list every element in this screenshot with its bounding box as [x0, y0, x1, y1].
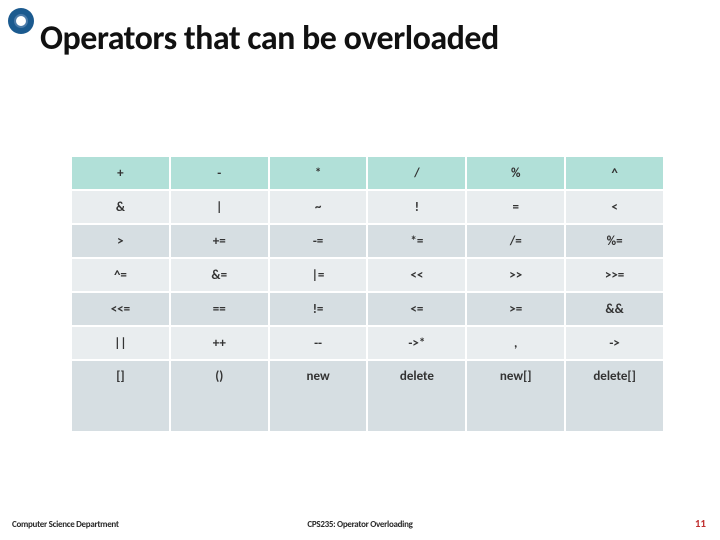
- university-logo: [8, 8, 34, 34]
- cell: --: [269, 326, 368, 360]
- footer-course: CPS235: Operator Overloading: [0, 519, 720, 530]
- table-row: & | ~ ! = <: [71, 190, 664, 224]
- cell: >: [71, 224, 170, 258]
- slide-number: 11: [695, 517, 706, 530]
- cell: <: [565, 190, 664, 224]
- cell: new[]: [466, 360, 565, 432]
- cell: -=: [269, 224, 368, 258]
- cell: <=: [367, 292, 466, 326]
- cell: ~: [269, 190, 368, 224]
- table-row: ^= &= |= << >> >>=: [71, 258, 664, 292]
- logo-inner-icon: [14, 14, 28, 28]
- table-row: > += -= *= /= %=: [71, 224, 664, 258]
- cell: &: [71, 190, 170, 224]
- table-row: [] () new delete new[] delete[]: [71, 360, 664, 432]
- cell: delete[]: [565, 360, 664, 432]
- cell: +: [71, 156, 170, 190]
- cell: |=: [269, 258, 368, 292]
- cell: +=: [170, 224, 269, 258]
- cell: ==: [170, 292, 269, 326]
- table-row: + - * / % ^: [71, 156, 664, 190]
- cell: <<=: [71, 292, 170, 326]
- cell: /: [367, 156, 466, 190]
- cell: ^: [565, 156, 664, 190]
- cell: *: [269, 156, 368, 190]
- cell: &&: [565, 292, 664, 326]
- cell: ||: [71, 326, 170, 360]
- cell: ,: [466, 326, 565, 360]
- cell: >>=: [565, 258, 664, 292]
- cell: |: [170, 190, 269, 224]
- cell: ->: [565, 326, 664, 360]
- cell: -: [170, 156, 269, 190]
- cell: ->*: [367, 326, 466, 360]
- cell: ++: [170, 326, 269, 360]
- slide-title: Operators that can be overloaded: [40, 18, 499, 59]
- cell: !=: [269, 292, 368, 326]
- cell: /=: [466, 224, 565, 258]
- cell: >>: [466, 258, 565, 292]
- cell: %=: [565, 224, 664, 258]
- cell: new: [269, 360, 368, 432]
- cell: %: [466, 156, 565, 190]
- table: + - * / % ^ & | ~ ! = < > += -= *= /=: [70, 155, 665, 433]
- operators-table: + - * / % ^ & | ~ ! = < > += -= *= /=: [70, 155, 665, 433]
- cell: &=: [170, 258, 269, 292]
- cell: []: [71, 360, 170, 432]
- cell: !: [367, 190, 466, 224]
- table-row: <<= == != <= >= &&: [71, 292, 664, 326]
- cell: <<: [367, 258, 466, 292]
- slide: Operators that can be overloaded + - * /…: [0, 0, 720, 540]
- table-row: || ++ -- ->* , ->: [71, 326, 664, 360]
- cell: (): [170, 360, 269, 432]
- cell: *=: [367, 224, 466, 258]
- cell: delete: [367, 360, 466, 432]
- cell: ^=: [71, 258, 170, 292]
- cell: =: [466, 190, 565, 224]
- cell: >=: [466, 292, 565, 326]
